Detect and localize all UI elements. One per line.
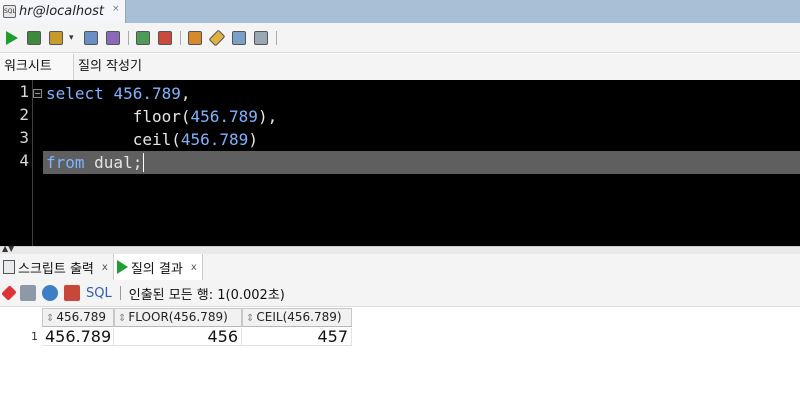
row-number: 1 (31, 330, 38, 343)
code-number: 456.789 (180, 130, 249, 149)
code-function: floor( (132, 107, 191, 126)
column-header-label: CEIL(456.789) (256, 310, 342, 324)
explain-plan-icon (83, 30, 98, 45)
code-line-4: from dual; (46, 151, 142, 174)
code-text: ) (248, 130, 258, 149)
eraser-icon (208, 29, 225, 46)
line-number: 1 (19, 82, 29, 101)
result-toolbar: SQL 인출된 모든 행: 1(0.002초) (0, 280, 800, 307)
script-output-icon (3, 260, 15, 274)
tab-query-result[interactable]: 질의 결과 x (113, 254, 203, 280)
sql-link[interactable]: SQL (86, 286, 112, 301)
line-number: 3 (19, 128, 29, 147)
column-header-ceil[interactable]: ⇕ CEIL(456.789) (242, 308, 352, 327)
table-cell[interactable]: 456 (114, 328, 242, 346)
splitter-arrows-icon[interactable]: ▲▼ (2, 244, 14, 253)
worksheet-tab-hr-localhost[interactable]: SQL hr@localhost × (0, 0, 126, 23)
cancel-query-icon[interactable] (64, 285, 80, 301)
sort-icon[interactable]: ⇕ (118, 313, 126, 324)
code-line-3: ceil(456.789) (46, 128, 258, 151)
sort-icon[interactable]: ⇕ (246, 313, 254, 324)
sort-icon[interactable]: ⇕ (46, 313, 54, 324)
code-text: , (180, 84, 191, 103)
code-number: 456.789 (190, 107, 258, 126)
print-icon[interactable] (20, 285, 36, 301)
column-header-label: 456.789 (56, 310, 107, 324)
run-statement-icon (5, 30, 18, 45)
run-script-icon (26, 30, 41, 45)
sql-editor[interactable]: 1 2 3 4 − select 456.789, floor(456.789)… (0, 80, 800, 246)
rollback-icon (157, 30, 172, 45)
pin-icon[interactable] (1, 285, 17, 301)
table-cell[interactable]: 456.789 (42, 328, 114, 346)
history-icon (231, 30, 246, 45)
column-header-456-789[interactable]: ⇕ 456.789 (42, 308, 114, 327)
code-line-2: floor(456.789), (46, 105, 278, 128)
format-button[interactable] (252, 29, 269, 46)
close-tab-icon[interactable]: x (191, 262, 197, 273)
text-caret (143, 153, 144, 172)
toolbar-separator (128, 30, 129, 45)
explain-plan-button[interactable] (82, 29, 99, 46)
run-script-button[interactable] (25, 29, 42, 46)
table-cell[interactable]: 457 (242, 328, 352, 346)
close-tab-icon[interactable]: x (102, 262, 108, 273)
toolbar-separator (180, 30, 181, 45)
document-tab-strip: SQL hr@localhost × (0, 0, 800, 23)
run-statement-button[interactable] (3, 29, 20, 46)
worksheet-toolbar: ▾ (0, 23, 800, 53)
query-result-icon (116, 260, 128, 274)
tab-query-builder[interactable]: 질의 작성기 (74, 54, 146, 80)
worksheet-tab-title: hr@localhost (19, 4, 104, 19)
autotrace-icon (105, 30, 120, 45)
current-line-highlight (43, 151, 800, 174)
close-tab-icon[interactable]: × (112, 4, 120, 14)
dropdown-icon[interactable]: ▾ (69, 33, 79, 43)
code-text: dual; (84, 153, 143, 172)
toolbar-separator (276, 30, 277, 45)
refresh-icon[interactable] (42, 285, 58, 301)
rollback-button[interactable] (156, 29, 173, 46)
clear-button[interactable] (208, 29, 225, 46)
code-function: ceil( (132, 130, 181, 149)
worksheet-subtabs: 워크시트 질의 작성기 (0, 54, 800, 80)
unshared-sql-icon (187, 30, 202, 45)
tab-script-output-label: 스크립트 출력 (18, 261, 94, 277)
code-line-1: select 456.789, (46, 82, 191, 105)
column-header-label: FLOOR(456.789) (128, 310, 228, 324)
tab-worksheet[interactable]: 워크시트 (0, 54, 74, 80)
unshared-sql-button[interactable] (186, 29, 203, 46)
tab-script-output[interactable]: 스크립트 출력 x (0, 254, 114, 280)
line-number: 2 (19, 105, 29, 124)
autotrace-button[interactable] (104, 29, 121, 46)
code-text: ), (257, 107, 278, 126)
tab-query-result-label: 질의 결과 (130, 261, 183, 277)
format-icon (253, 30, 268, 45)
sql-tuning-icon (135, 30, 150, 45)
line-number: 4 (19, 151, 29, 170)
sql-tuning-button[interactable] (134, 29, 151, 46)
code-number: 456.789 (113, 84, 181, 103)
history-button[interactable] (230, 29, 247, 46)
pane-splitter[interactable]: ▲▼ (0, 244, 800, 254)
line-number-gutter: 1 2 3 4 (0, 80, 33, 246)
fold-collapse-icon[interactable]: − (33, 89, 42, 98)
code-keyword: select (46, 84, 104, 103)
fetch-status: 인출된 모든 행: 1(0.002초) (128, 287, 285, 303)
result-tabs: 스크립트 출력 x 질의 결과 x (0, 254, 800, 280)
sql-worksheet-icon: SQL (3, 5, 16, 18)
toolbar-separator (119, 286, 121, 300)
commit-icon (48, 30, 63, 45)
code-keyword: from (46, 153, 85, 172)
commit-button[interactable] (47, 29, 64, 46)
column-header-floor[interactable]: ⇕ FLOOR(456.789) (114, 308, 242, 327)
